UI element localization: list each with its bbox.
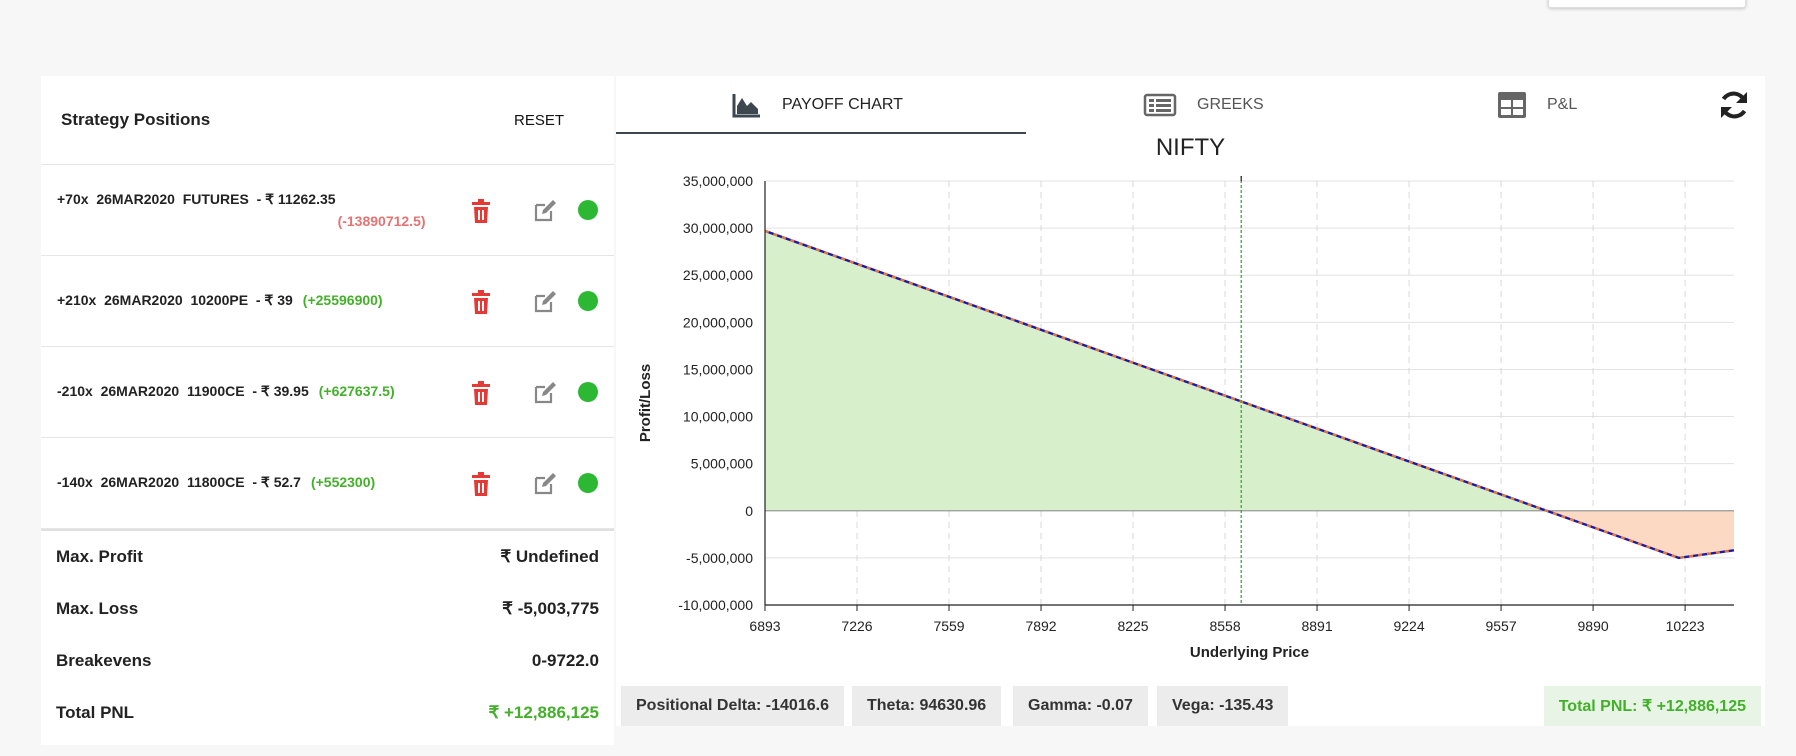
breakevens-label: Breakevens [56,651,152,670]
tab-pnl-label: P&L [1547,96,1578,113]
refresh-icon[interactable] [1717,88,1751,122]
strategy-header: Strategy Positions RESET [41,76,614,165]
chart-title: NIFTY [1155,134,1226,161]
x-tick-label: 9890 [1578,618,1609,634]
edit-icon[interactable] [533,472,557,496]
strategy-panel: Strategy Positions RESET +70x 26MAR2020 … [41,76,614,745]
status-indicator[interactable] [578,200,598,220]
delete-icon[interactable] [470,381,492,405]
position-text: +210x 26MAR2020 10200PE - ₹ 39 [57,292,293,308]
list-icon [1143,93,1177,117]
delete-icon[interactable] [470,290,492,314]
x-tick-label: 6893 [749,618,780,634]
y-tick-label: 15,000,000 [683,361,753,377]
tab-payoff-label: PAYOFF CHART [782,96,903,113]
x-tick-label: 8225 [1117,618,1148,634]
position-pnl: (-13890712.5) [337,213,426,229]
edit-icon[interactable] [533,290,557,314]
tab-payoff-chart[interactable]: PAYOFF CHART [732,76,903,134]
x-tick-label: 7559 [933,618,964,634]
x-tick-label: 8558 [1209,618,1240,634]
vega-stat: Vega: -135.43 [1157,686,1289,726]
max-loss-label: Max. Loss [56,599,139,618]
delete-icon[interactable] [470,472,492,496]
position-text: -210x 26MAR2020 11900CE - ₹ 39.95 [57,383,309,399]
position-row: +210x 26MAR2020 10200PE - ₹ 39 (+25596900… [41,256,614,347]
position-pnl: (+627637.5) [318,383,395,399]
position-row: +70x 26MAR2020 FUTURES - ₹ 11262.35 (-138… [41,165,614,256]
tab-greeks[interactable]: GREEKS [1143,76,1264,134]
y-tick-label: 35,000,000 [683,176,753,189]
breakevens-row: Breakevens 0-9722.0 [41,635,614,687]
delete-icon[interactable] [470,199,492,223]
y-axis-label: Profit/Loss [637,364,654,442]
edit-icon[interactable] [533,199,557,223]
x-tick-label: 8891 [1301,618,1332,634]
y-tick-label: -10,000,000 [678,597,753,613]
x-tick-label: 7892 [1025,618,1056,634]
y-tick-label: 30,000,000 [683,220,753,236]
area-chart-icon [732,94,760,118]
y-tick-label: 10,000,000 [683,409,753,425]
max-profit-label: Max. Profit [56,547,143,566]
y-tick-label: 20,000,000 [683,314,753,330]
reset-button[interactable]: RESET [514,112,594,129]
max-loss-row: Max. Loss ₹ -5,003,775 [41,583,614,635]
position-row: -210x 26MAR2020 11900CE - ₹ 39.95 (+62763… [41,347,614,438]
x-axis-label: Underlying Price [1190,644,1309,661]
stats-bar: Positional Delta: -14016.6 Theta: 94630.… [621,686,1761,728]
status-indicator[interactable] [578,473,598,493]
position-row: -140x 26MAR2020 11800CE - ₹ 52.7 (+552300… [41,438,614,529]
x-tick-label: 9557 [1485,618,1516,634]
total-pnl-stat: Total PNL: ₹ +12,886,125 [1543,686,1761,726]
loss-area [1546,510,1734,558]
top-dropdown[interactable] [1548,0,1746,8]
total-pnl-label: Total PNL [56,703,135,722]
status-indicator[interactable] [578,291,598,311]
position-text: +70x 26MAR2020 FUTURES - ₹ 11262.35 [57,191,336,207]
position-text: -140x 26MAR2020 11800CE - ₹ 52.7 [57,474,301,490]
total-pnl-row: Total PNL ₹ +12,886,125 [41,687,614,739]
summary: Max. Profit ₹ Undefined Max. Loss ₹ -5,0… [41,529,614,739]
y-tick-label: 0 [745,503,753,519]
status-indicator[interactable] [578,382,598,402]
strategy-title: Strategy Positions [61,110,211,129]
positions-list: +70x 26MAR2020 FUTURES - ₹ 11262.35 (-138… [41,165,614,529]
x-tick-label: 10223 [1666,618,1705,634]
tab-greeks-label: GREEKS [1197,96,1264,113]
y-tick-label: 25,000,000 [683,267,753,283]
position-pnl: (+25596900) [302,292,383,308]
max-loss-value: ₹ -5,003,775 [502,599,599,618]
x-tick-label: 9224 [1393,618,1424,634]
positional-delta: Positional Delta: -14016.6 [621,686,844,726]
payoff-chart: 35,000,000 30,000,000 25,000,000 20,000,000… [637,176,1735,661]
gamma-stat: Gamma: -0.07 [1013,686,1148,726]
theta-stat: Theta: 94630.96 [852,686,1002,726]
breakevens-value: 0-9722.0 [531,651,599,670]
position-pnl: (+552300) [310,474,376,490]
max-profit-row: Max. Profit ₹ Undefined [41,531,614,583]
x-tick-label: 7226 [841,618,872,634]
edit-icon[interactable] [533,381,557,405]
tab-pnl[interactable]: P&L [1497,76,1577,134]
grid-icon [1498,92,1526,118]
y-tick-label: -5,000,000 [686,550,753,566]
total-pnl-value: ₹ +12,886,125 [488,703,599,722]
chart-panel: PAYOFF CHART GREEKS P&L NIFTY 35,000,000… [616,76,1765,726]
y-tick-label: 5,000,000 [691,456,753,472]
max-profit-value: ₹ Undefined [500,547,599,566]
